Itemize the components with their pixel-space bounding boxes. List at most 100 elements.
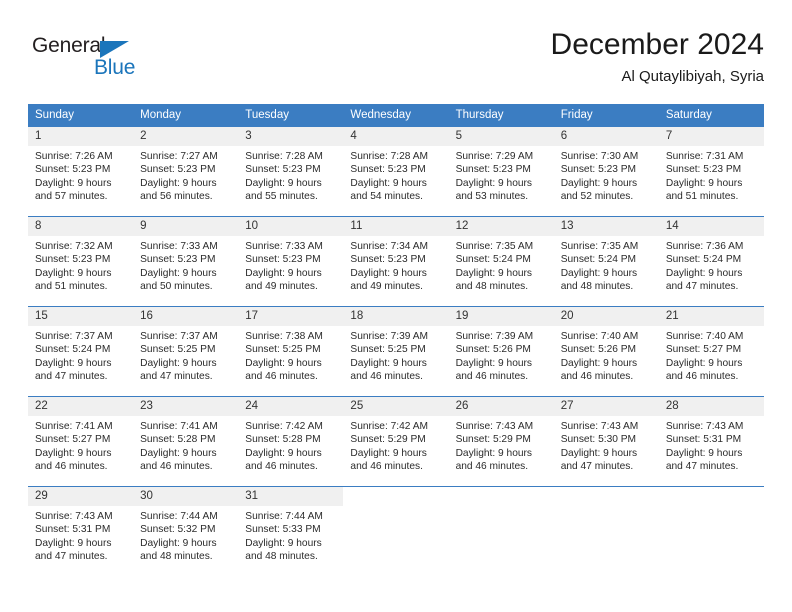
sunrise-text: Sunrise: 7:41 AM	[140, 421, 218, 432]
day-cell[interactable]: 25 Sunrise: 7:42 AM Sunset: 5:29 PM Dayl…	[343, 396, 449, 487]
day-cell[interactable]: 24 Sunrise: 7:42 AM Sunset: 5:28 PM Dayl…	[238, 396, 344, 487]
day-cell[interactable]: 17 Sunrise: 7:38 AM Sunset: 5:25 PM Dayl…	[238, 306, 344, 397]
day-number: 27	[553, 397, 659, 416]
sunrise-text: Sunrise: 7:43 AM	[35, 511, 113, 522]
day-cell[interactable]: 19 Sunrise: 7:39 AM Sunset: 5:26 PM Dayl…	[448, 306, 554, 397]
day-details: Sunrise: 7:26 AM Sunset: 5:23 PM Dayligh…	[28, 146, 133, 204]
sunrise-text: Sunrise: 7:35 AM	[455, 241, 534, 252]
day-cell[interactable]: 31 Sunrise: 7:44 AM Sunset: 5:33 PM Dayl…	[238, 486, 344, 576]
daylight-text-line2: and 48 minutes.	[245, 551, 318, 563]
calendar-page: General Blue December 2024 Al Qutaylibiy…	[0, 0, 792, 612]
sunset-text: Sunset: 5:23 PM	[140, 254, 216, 266]
day-cell[interactable]: 2 Sunrise: 7:27 AM Sunset: 5:23 PM Dayli…	[133, 126, 239, 217]
day-cell[interactable]: 29 Sunrise: 7:43 AM Sunset: 5:31 PM Dayl…	[28, 486, 134, 576]
daylight-text-line2: and 47 minutes.	[35, 371, 108, 383]
sunset-text: Sunset: 5:26 PM	[455, 344, 531, 356]
sunset-text: Sunset: 5:23 PM	[665, 164, 742, 176]
day-cell[interactable]: 27 Sunrise: 7:43 AM Sunset: 5:30 PM Dayl…	[553, 396, 659, 487]
day-cell[interactable]: 26 Sunrise: 7:43 AM Sunset: 5:29 PM Dayl…	[448, 396, 554, 487]
sunset-text: Sunset: 5:23 PM	[140, 164, 216, 176]
sunrise-text: Sunrise: 7:39 AM	[455, 331, 534, 342]
day-cell[interactable]: 9 Sunrise: 7:33 AM Sunset: 5:23 PM Dayli…	[133, 216, 239, 307]
daylight-text-line2: and 50 minutes.	[140, 281, 213, 293]
day-cell[interactable]: 11 Sunrise: 7:34 AM Sunset: 5:23 PM Dayl…	[343, 216, 449, 307]
day-cell[interactable]: 15 Sunrise: 7:37 AM Sunset: 5:24 PM Dayl…	[28, 306, 134, 397]
day-details: Sunrise: 7:33 AM Sunset: 5:23 PM Dayligh…	[238, 236, 343, 294]
day-number	[658, 487, 764, 506]
day-number: 18	[343, 307, 449, 326]
sunset-text: Sunset: 5:24 PM	[35, 344, 111, 356]
day-cell[interactable]: 22 Sunrise: 7:41 AM Sunset: 5:27 PM Dayl…	[28, 396, 134, 487]
day-details: Sunrise: 7:28 AM Sunset: 5:23 PM Dayligh…	[343, 146, 448, 204]
day-number: 30	[133, 487, 239, 506]
page-title: December 2024	[550, 28, 764, 61]
sunset-text: Sunset: 5:23 PM	[560, 164, 637, 176]
day-number	[448, 487, 554, 506]
day-details: Sunrise: 7:37 AM Sunset: 5:24 PM Dayligh…	[28, 326, 133, 384]
sunset-text: Sunset: 5:25 PM	[245, 344, 321, 356]
day-details: Sunrise: 7:30 AM Sunset: 5:23 PM Dayligh…	[554, 146, 659, 204]
daylight-text-line1: Daylight: 9 hours	[350, 267, 427, 279]
daylight-text-line2: and 49 minutes.	[245, 281, 318, 293]
sunrise-text: Sunrise: 7:44 AM	[140, 511, 218, 522]
day-cell[interactable]: 1 Sunrise: 7:26 AM Sunset: 5:23 PM Dayli…	[28, 126, 134, 217]
general-blue-logo[interactable]: General Blue	[32, 34, 182, 86]
daylight-text-line2: and 46 minutes.	[140, 461, 213, 473]
calendar-week-row: 8 Sunrise: 7:32 AM Sunset: 5:23 PM Dayli…	[28, 216, 764, 307]
daylight-text-line1: Daylight: 9 hours	[140, 267, 217, 279]
day-details: Sunrise: 7:35 AM Sunset: 5:24 PM Dayligh…	[554, 236, 659, 294]
day-details: Sunrise: 7:36 AM Sunset: 5:24 PM Dayligh…	[659, 236, 764, 294]
day-number: 4	[343, 127, 449, 146]
day-cell[interactable]: 4 Sunrise: 7:28 AM Sunset: 5:23 PM Dayli…	[343, 126, 449, 217]
day-cell[interactable]: 12 Sunrise: 7:35 AM Sunset: 5:24 PM Dayl…	[448, 216, 554, 307]
day-cell[interactable]: 3 Sunrise: 7:28 AM Sunset: 5:23 PM Dayli…	[238, 126, 344, 217]
daylight-text-line2: and 47 minutes.	[560, 461, 634, 473]
day-cell[interactable]: 23 Sunrise: 7:41 AM Sunset: 5:28 PM Dayl…	[133, 396, 239, 487]
daylight-text-line2: and 51 minutes.	[665, 191, 739, 203]
day-number: 20	[553, 307, 659, 326]
sunrise-text: Sunrise: 7:40 AM	[665, 331, 744, 342]
daylight-text-line1: Daylight: 9 hours	[560, 177, 638, 189]
day-cell[interactable]: 6 Sunrise: 7:30 AM Sunset: 5:23 PM Dayli…	[553, 126, 659, 217]
day-cell[interactable]: 21 Sunrise: 7:40 AM Sunset: 5:27 PM Dayl…	[658, 306, 764, 397]
day-details: Sunrise: 7:43 AM Sunset: 5:31 PM Dayligh…	[28, 506, 133, 564]
daylight-text-line2: and 48 minutes.	[455, 281, 529, 293]
day-cell[interactable]: 5 Sunrise: 7:29 AM Sunset: 5:23 PM Dayli…	[448, 126, 554, 217]
sunset-text: Sunset: 5:31 PM	[665, 434, 742, 446]
day-cell[interactable]: 8 Sunrise: 7:32 AM Sunset: 5:23 PM Dayli…	[28, 216, 134, 307]
calendar-header-row-group: Sunday Monday Tuesday Wednesday Thursday…	[28, 104, 764, 127]
day-number	[553, 487, 659, 506]
day-number: 2	[133, 127, 239, 146]
day-cell[interactable]: 7 Sunrise: 7:31 AM Sunset: 5:23 PM Dayli…	[658, 126, 764, 217]
daylight-text-line1: Daylight: 9 hours	[350, 357, 427, 369]
calendar-week-row: 29 Sunrise: 7:43 AM Sunset: 5:31 PM Dayl…	[28, 486, 764, 576]
day-details: Sunrise: 7:40 AM Sunset: 5:27 PM Dayligh…	[659, 326, 764, 384]
day-cell[interactable]: 14 Sunrise: 7:36 AM Sunset: 5:24 PM Dayl…	[658, 216, 764, 307]
sunrise-text: Sunrise: 7:42 AM	[245, 421, 323, 432]
daylight-text-line1: Daylight: 9 hours	[455, 447, 533, 459]
day-details	[343, 506, 448, 510]
day-number: 11	[343, 217, 449, 236]
sunrise-text: Sunrise: 7:27 AM	[140, 151, 218, 162]
day-details: Sunrise: 7:43 AM Sunset: 5:31 PM Dayligh…	[659, 416, 764, 474]
daylight-text-line2: and 48 minutes.	[560, 281, 634, 293]
daylight-text-line1: Daylight: 9 hours	[665, 357, 743, 369]
daylight-text-line1: Daylight: 9 hours	[455, 177, 533, 189]
sunset-text: Sunset: 5:23 PM	[350, 254, 426, 266]
day-cell[interactable]: 28 Sunrise: 7:43 AM Sunset: 5:31 PM Dayl…	[658, 396, 764, 487]
day-cell[interactable]: 20 Sunrise: 7:40 AM Sunset: 5:26 PM Dayl…	[553, 306, 659, 397]
day-cell[interactable]: 30 Sunrise: 7:44 AM Sunset: 5:32 PM Dayl…	[133, 486, 239, 576]
day-number: 28	[658, 397, 764, 416]
day-cell[interactable]: 16 Sunrise: 7:37 AM Sunset: 5:25 PM Dayl…	[133, 306, 239, 397]
sunrise-text: Sunrise: 7:32 AM	[35, 241, 113, 252]
day-cell[interactable]: 10 Sunrise: 7:33 AM Sunset: 5:23 PM Dayl…	[238, 216, 344, 307]
day-cell[interactable]: 18 Sunrise: 7:39 AM Sunset: 5:25 PM Dayl…	[343, 306, 449, 397]
sunset-text: Sunset: 5:23 PM	[245, 254, 321, 266]
day-cell[interactable]: 13 Sunrise: 7:35 AM Sunset: 5:24 PM Dayl…	[553, 216, 659, 307]
day-number: 21	[658, 307, 764, 326]
weekday-header-tuesday: Tuesday	[238, 104, 344, 127]
daylight-text-line1: Daylight: 9 hours	[35, 177, 112, 189]
sunrise-text: Sunrise: 7:37 AM	[35, 331, 113, 342]
day-details: Sunrise: 7:37 AM Sunset: 5:25 PM Dayligh…	[133, 326, 238, 384]
day-details: Sunrise: 7:32 AM Sunset: 5:23 PM Dayligh…	[28, 236, 133, 294]
